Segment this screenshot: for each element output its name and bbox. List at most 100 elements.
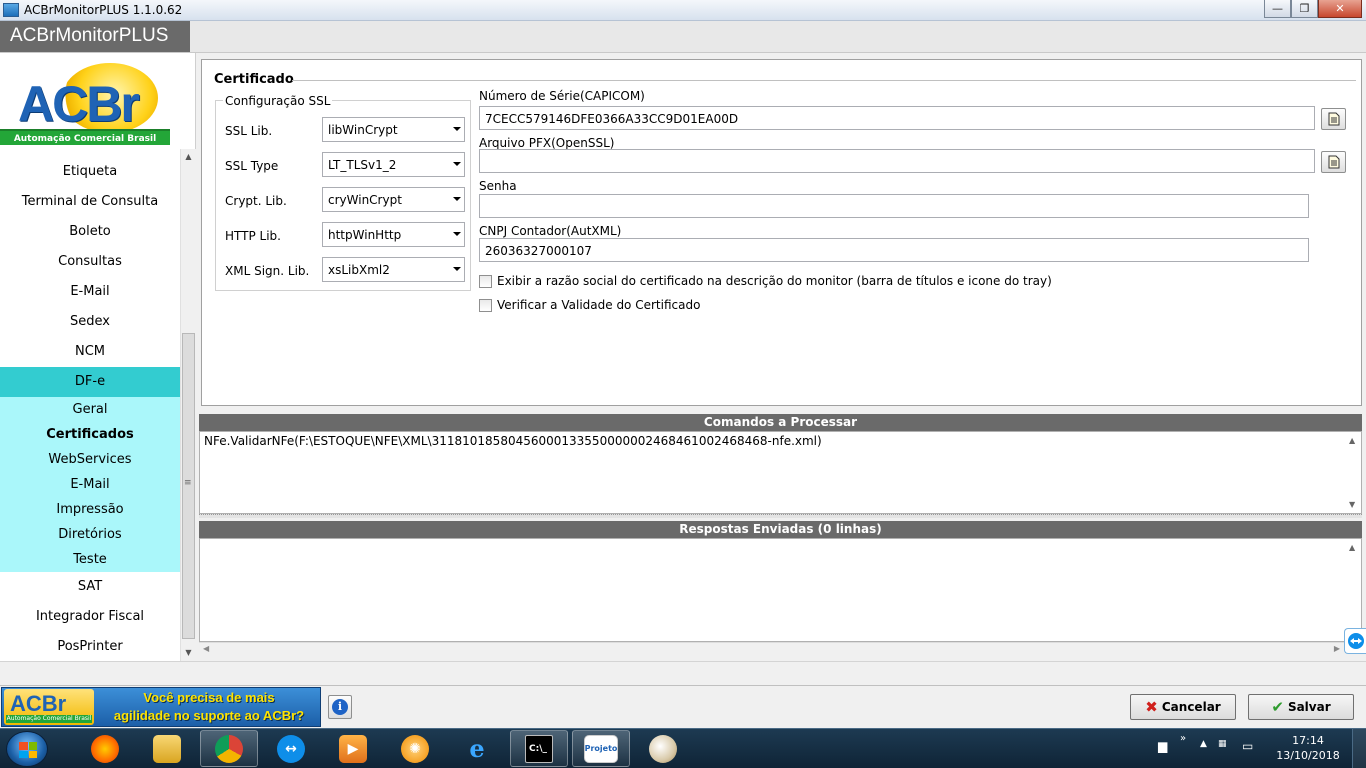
app-header: ACBrMonitorPLUS [0,21,1366,53]
acbr-logo: ACBr Automação Comercial Brasil [0,57,180,149]
comandos-scrollbar[interactable]: ▲ ▼ [1345,432,1361,513]
arquivo-pfx-input[interactable] [479,149,1315,173]
comandos-header: Comandos a Processar [199,414,1362,431]
window-titlebar: ACBrMonitorPLUS 1.1.0.62 — ❐ ✕ [0,0,1366,21]
cnpj-contador-input[interactable]: 26036327000107 [479,238,1309,262]
validade-checkbox-row[interactable]: Verificar a Validade do Certificado [479,297,700,313]
minimize-button[interactable]: — [1264,0,1291,18]
taskbar-explorer[interactable] [138,730,196,767]
info-icon: i [332,699,348,715]
sidebar-subitem-certificados[interactable]: Certificados [0,422,180,447]
scroll-left-arrow-icon[interactable]: ◀ [203,644,209,653]
sidebar: ACBr Automação Comercial Brasil Etiqueta… [0,53,196,661]
ssl-lib-select[interactable]: libWinCrypt [322,117,465,142]
scroll-up-arrow-icon[interactable]: ▲ [181,149,196,165]
scroll-up-arrow-icon[interactable]: ▲ [1349,436,1355,445]
sidebar-item-integrador-fiscal[interactable]: Integrador Fiscal [0,602,180,632]
taskbar-vlc[interactable]: ✺ [386,730,444,767]
windows-logo-icon [19,742,37,758]
sidebar-subitem-geral[interactable]: Geral [0,397,180,422]
cancel-label: Cancelar [1161,700,1221,714]
taskbar-internet-explorer[interactable]: e [448,730,506,767]
ssl-group-title: Configuração SSL [223,94,333,108]
tray-overflow-icon[interactable]: » [1180,733,1186,744]
support-banner[interactable]: ACBr Automação Comercial Brasil Você prec… [1,687,321,727]
comandos-memo[interactable]: NFe.ValidarNFe(F:\ESTOQUE\NFE\XML\311810… [199,431,1362,514]
razao-social-checkbox-row[interactable]: Exibir a razão social do certificado na … [479,273,1052,289]
respostas-scrollbar[interactable]: ▲ ▼ [1345,539,1361,641]
projeto-acbr-label: Projeto [584,744,618,753]
taskbar-cmd[interactable]: C:\_ [510,730,568,767]
scroll-down-arrow-icon[interactable]: ▼ [1349,500,1355,509]
senha-input[interactable] [479,194,1309,218]
sidebar-subitem-diretorios[interactable]: Diretórios [0,522,180,547]
scroll-down-arrow-icon[interactable]: ▼ [181,645,196,661]
tray-folder-icon[interactable]: ▆ [1158,739,1167,753]
http-lib-select[interactable]: httpWinHttp [322,222,465,247]
taskbar-projeto-acbr[interactable]: Projeto [572,730,630,767]
sidebar-subitem-email[interactable]: E-Mail [0,472,180,497]
sidebar-item-ncm[interactable]: NCM [0,337,180,367]
chevron-down-icon [453,197,461,201]
close-button[interactable]: ✕ [1318,0,1362,18]
sidebar-item-boleto[interactable]: Boleto [0,217,180,247]
sidebar-item-dfe[interactable]: DF-e [0,367,180,397]
x-icon: ✖ [1145,697,1158,716]
maximize-button[interactable]: ❐ [1291,0,1318,18]
sidebar-subitem-teste[interactable]: Teste [0,547,180,572]
browse-pfx-button[interactable] [1321,151,1346,173]
clock-date: 13/10/2018 [1276,749,1340,762]
chevron-down-icon [453,232,461,236]
start-button[interactable] [6,731,48,767]
show-desktop-button[interactable] [1352,729,1366,768]
sidebar-item-etiqueta[interactable]: Etiqueta [0,157,180,187]
browse-serie-button[interactable] [1321,108,1346,130]
taskbar-media-player[interactable]: ▶ [324,730,382,767]
xml-sign-lib-value: xsLibXml2 [328,263,390,277]
taskbar-clock[interactable]: 17:14 13/10/2018 [1276,733,1340,763]
sidebar-item-sat[interactable]: SAT [0,572,180,602]
cancel-button[interactable]: ✖ Cancelar [1130,694,1236,720]
sidebar-item-email[interactable]: E-Mail [0,277,180,307]
ssl-config-group: Configuração SSL SSL Lib. libWinCrypt SS… [215,94,471,291]
sidebar-item-terminal-de-consulta[interactable]: Terminal de Consulta [0,187,180,217]
chrome-icon [215,734,243,763]
logo-word: ACBr [18,75,140,133]
info-button[interactable]: i [328,695,352,719]
respostas-hscrollbar[interactable]: ◀ ▶ [199,642,1362,657]
taskbar-firefox[interactable] [76,730,134,767]
respostas-header: Respostas Enviadas (0 linhas) [199,521,1362,538]
window-title: ACBrMonitorPLUS 1.1.0.62 [24,3,183,17]
xml-sign-lib-select[interactable]: xsLibXml2 [322,257,465,282]
crypt-lib-select[interactable]: cryWinCrypt [322,187,465,212]
tray-expand-icon[interactable]: ▲ [1200,739,1207,749]
taskbar-chrome[interactable] [200,730,258,767]
xml-sign-lib-label: XML Sign. Lib. [225,264,310,278]
teamviewer-tab-icon[interactable] [1344,628,1366,654]
sidebar-scrollbar[interactable]: ▲ ≡ ▼ [180,149,196,661]
taskbar-paint[interactable] [634,730,692,767]
sidebar-item-consultas[interactable]: Consultas [0,247,180,277]
sidebar-item-posprinter[interactable]: PosPrinter [0,632,180,662]
sidebar-item-sedex[interactable]: Sedex [0,307,180,337]
razao-social-checkbox[interactable] [479,274,492,288]
network-icon[interactable]: ▭ [1242,739,1253,753]
sidebar-subitem-impressao[interactable]: Impressão [0,497,180,522]
scroll-up-arrow-icon[interactable]: ▲ [1349,543,1355,552]
main-content: Certificado Configuração SSL SSL Lib. li… [197,53,1366,661]
save-button[interactable]: ✔ Salvar [1248,694,1354,720]
vlc-icon: ✺ [401,734,429,763]
sidebar-subitem-webservices[interactable]: WebServices [0,447,180,472]
panel-splitter[interactable] [199,514,1362,518]
tray-app-icon[interactable]: ▦ [1218,739,1227,749]
ssl-type-select[interactable]: LT_TLSv1_2 [322,152,465,177]
numero-serie-input[interactable]: 7CECC579146DFE0366A33CC9D01EA00D [479,106,1315,130]
title-divider [292,80,1356,81]
logo-tagline: Automação Comercial Brasil [0,129,170,145]
projeto-acbr-icon: Projeto [584,734,618,763]
validade-checkbox[interactable] [479,298,492,312]
taskbar-teamviewer[interactable]: ↔ [262,730,320,767]
validade-checkbox-label: Verificar a Validade do Certificado [497,298,701,312]
scroll-right-arrow-icon[interactable]: ▶ [1334,644,1340,653]
respostas-memo[interactable]: ▲ ▼ [199,538,1362,642]
